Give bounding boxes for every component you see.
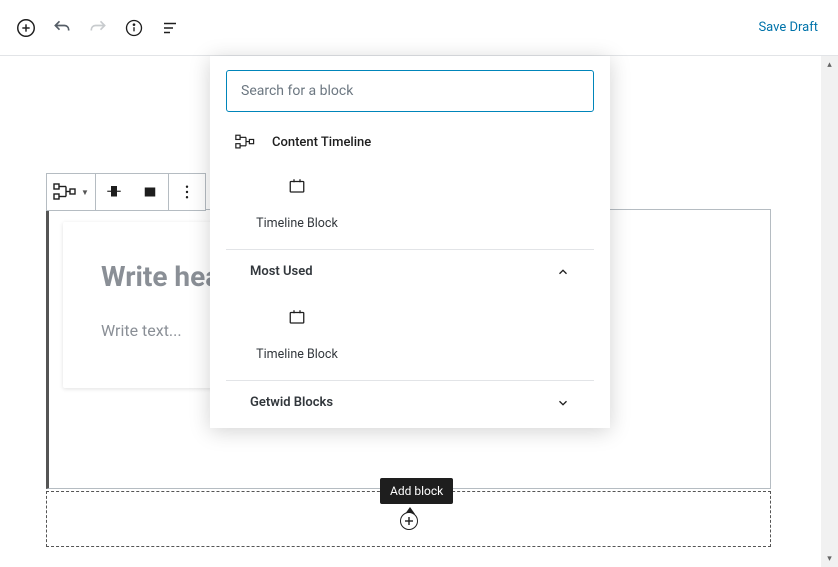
add-block-button[interactable]: [8, 10, 44, 46]
inserter-result-content-timeline[interactable]: Content Timeline: [210, 122, 610, 162]
block-item-label: Timeline Block: [256, 347, 338, 362]
redo-button[interactable]: [80, 10, 116, 46]
list-icon: [161, 19, 179, 37]
calendar-icon: [285, 174, 309, 198]
undo-icon: [52, 18, 72, 38]
redo-icon: [88, 18, 108, 38]
more-vertical-icon: [178, 183, 196, 201]
add-block-inline-button[interactable]: [400, 512, 418, 530]
vertical-scrollbar[interactable]: ▴ ▾: [821, 56, 838, 567]
timeline-type-icon: [53, 182, 79, 202]
chevron-down-icon: ▼: [81, 188, 89, 197]
calendar-icon: [285, 305, 309, 329]
align-wide-button[interactable]: [132, 174, 168, 210]
inserter-section-getwid[interactable]: Getwid Blocks: [226, 380, 594, 424]
inserter-block-timeline-2[interactable]: Timeline Block: [232, 293, 362, 380]
block-item-label: Timeline Block: [256, 216, 338, 231]
section-title: Most Used: [250, 264, 313, 279]
content-timeline-icon: [234, 132, 258, 152]
block-type-button[interactable]: ▼: [47, 174, 95, 210]
undo-button[interactable]: [44, 10, 80, 46]
plus-circle-icon: [15, 17, 37, 39]
inserter-result-label: Content Timeline: [272, 135, 371, 150]
block-toolbar: ▼: [46, 173, 206, 211]
section-title: Getwid Blocks: [250, 395, 333, 410]
plus-icon: [404, 516, 414, 526]
chevron-down-icon: [556, 396, 570, 410]
editor-top-toolbar: Save Draft: [0, 0, 838, 56]
align-wide-icon: [141, 183, 159, 201]
search-input[interactable]: [226, 70, 594, 112]
scroll-up-icon[interactable]: ▴: [821, 56, 838, 73]
inserter-section-most-used[interactable]: Most Used: [226, 249, 594, 293]
outline-button[interactable]: [152, 10, 188, 46]
inserter-search-wrap: [210, 56, 610, 122]
toolbar-left-group: [8, 10, 188, 46]
inserter-block-timeline-1[interactable]: Timeline Block: [232, 162, 362, 249]
align-center-button[interactable]: [96, 174, 132, 210]
align-center-icon: [105, 183, 123, 201]
save-draft-button[interactable]: Save Draft: [746, 12, 830, 43]
block-inserter-popover: Content Timeline Timeline Block Most Use…: [210, 56, 610, 428]
scroll-down-icon[interactable]: ▾: [821, 550, 838, 567]
chevron-up-icon: [556, 265, 570, 279]
info-button[interactable]: [116, 10, 152, 46]
more-options-button[interactable]: [169, 174, 205, 210]
add-block-tooltip: Add block: [380, 478, 453, 504]
info-icon: [124, 18, 144, 38]
